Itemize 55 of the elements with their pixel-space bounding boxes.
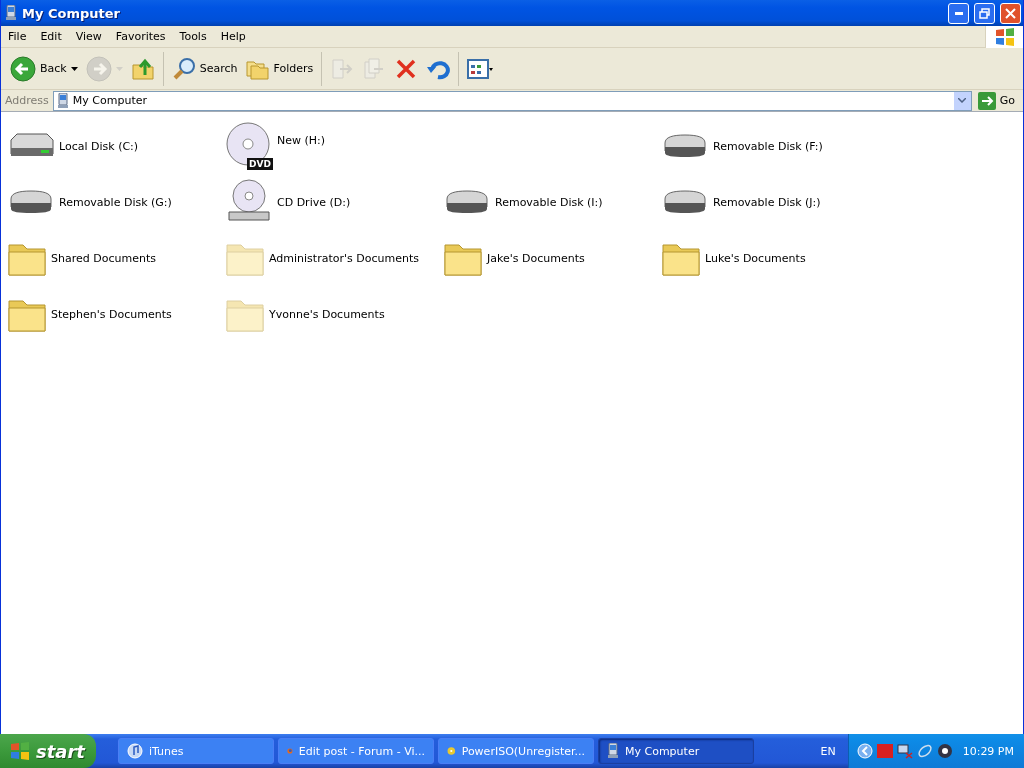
back-button[interactable]: Back <box>7 53 81 84</box>
computer-icon <box>607 743 619 759</box>
window-title: My Computer <box>22 5 121 21</box>
folders-button[interactable]: Folders <box>242 55 317 82</box>
start-button[interactable]: start <box>0 734 96 768</box>
drive-item[interactable]: Yvonne's Documents <box>225 295 443 333</box>
computer-icon <box>5 5 17 21</box>
menu-item[interactable]: Help <box>213 25 253 48</box>
go-button[interactable]: Go <box>975 91 1021 110</box>
drive-item[interactable]: Removable Disk (J:) <box>661 187 879 217</box>
search-button[interactable]: Search <box>168 54 241 83</box>
drive-item[interactable]: Removable Disk (I:) <box>443 187 661 217</box>
restore-button[interactable] <box>974 2 995 24</box>
clock: 10:29 PM <box>962 744 1014 758</box>
language-indicator[interactable]: EN <box>820 744 836 758</box>
network-icon[interactable] <box>896 743 913 759</box>
tray-icon[interactable] <box>936 743 953 759</box>
restore-icon <box>979 7 990 19</box>
address-field[interactable]: My Computer <box>52 90 972 111</box>
folder-up-icon <box>130 56 155 81</box>
menu-item[interactable]: Favorites <box>108 25 173 48</box>
minimize-icon <box>954 11 963 15</box>
chevron-icon <box>958 98 967 103</box>
windows-flag-icon <box>10 742 30 760</box>
caret-icon <box>115 66 123 71</box>
address-label: Address <box>5 94 49 107</box>
drive-item[interactable]: Luke's Documents <box>661 239 879 277</box>
drive-item[interactable]: Administrator's Documents <box>225 239 443 277</box>
computer-icon <box>56 92 69 109</box>
views-icon <box>467 57 494 80</box>
drive-item[interactable]: Local Disk (C:) <box>7 130 225 162</box>
drive-item[interactable]: CD Drive (D:) <box>225 178 443 226</box>
minimize-button[interactable] <box>948 2 969 24</box>
menu-item[interactable]: Edit <box>33 25 69 48</box>
drive-item[interactable]: DVD New (H:) <box>225 122 443 170</box>
menu-item[interactable]: Tools <box>172 25 214 48</box>
taskbar-button[interactable]: Edit post - Forum - Vi... <box>278 738 434 764</box>
close-icon <box>1005 7 1016 19</box>
dvd-label: DVD <box>247 158 273 170</box>
search-icon <box>171 56 196 81</box>
drive-item[interactable]: Removable Disk (F:) <box>661 131 879 161</box>
drive-item[interactable]: Jake's Documents <box>443 239 661 277</box>
dropdown-button[interactable] <box>953 91 971 110</box>
taskbar-button[interactable]: PowerISO(Unregister... <box>438 738 594 764</box>
drive-item[interactable]: Removable Disk (G:) <box>7 187 225 217</box>
close-button[interactable] <box>1000 2 1021 24</box>
taskbar-button[interactable]: My Computer <box>598 738 754 764</box>
drive-item[interactable]: Shared Documents <box>7 239 225 277</box>
music-disc-icon <box>127 743 143 759</box>
menu-item[interactable]: File <box>1 25 34 48</box>
drive-item[interactable]: Stephen's Documents <box>7 295 225 333</box>
menu-item[interactable]: View <box>68 25 109 48</box>
taskbar-button[interactable]: iTunes <box>118 738 274 764</box>
caret-icon <box>70 66 78 71</box>
move-to-icon <box>330 56 355 81</box>
